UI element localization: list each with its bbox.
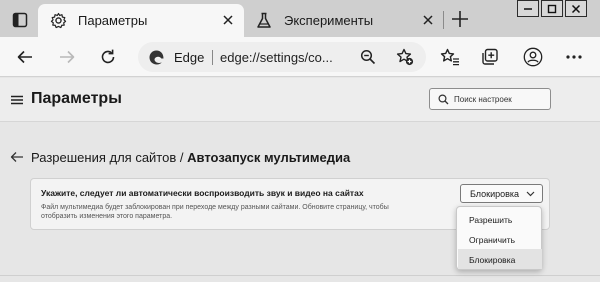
refresh-button[interactable] — [96, 45, 120, 69]
collections-icon — [481, 48, 499, 66]
maximize-button[interactable] — [541, 0, 563, 17]
option-label: Блокировка — [469, 255, 516, 265]
breadcrumb-current: Автозапуск мультимедиа — [187, 150, 351, 165]
breadcrumb-parent-link[interactable]: Разрешения для сайтов — [31, 150, 176, 165]
autoplay-options-menu: Разрешить Ограничить Блокировка — [456, 206, 542, 270]
add-favorite-icon[interactable] — [396, 48, 414, 66]
address-bar[interactable]: Edge edge://settings/co... — [138, 42, 426, 72]
arrow-left-icon — [16, 48, 34, 66]
collections-button[interactable] — [478, 45, 502, 69]
autoplay-select[interactable]: Блокировка — [460, 184, 543, 203]
option-limit[interactable]: Ограничить — [458, 229, 542, 249]
flask-icon — [256, 12, 272, 29]
favorites-button[interactable] — [438, 45, 462, 69]
new-tab-button[interactable] — [450, 9, 470, 29]
select-value: Блокировка — [470, 189, 520, 199]
setting-title: Укажите, следует ли автоматически воспро… — [41, 188, 364, 198]
option-label: Ограничить — [469, 235, 516, 245]
content-divider — [0, 275, 600, 276]
settings-header: Параметры — [0, 78, 600, 122]
plus-icon — [450, 9, 470, 29]
minimize-button[interactable] — [517, 0, 539, 17]
address-divider — [212, 50, 213, 65]
maximize-icon — [547, 4, 557, 14]
breadcrumb-separator: / — [179, 150, 184, 165]
tab-label: Параметры — [78, 13, 148, 28]
profile-button[interactable] — [521, 45, 545, 69]
avatar-icon — [523, 47, 543, 67]
tab-experiments[interactable]: Эксперименты — [244, 4, 444, 37]
option-block[interactable]: Блокировка — [458, 249, 542, 269]
forward-button[interactable] — [55, 45, 79, 69]
zoom-out-icon[interactable] — [360, 49, 376, 65]
setting-description: Файл мультимедиа будет заблокирован при … — [41, 204, 389, 220]
tab-label: Эксперименты — [284, 13, 374, 28]
site-identity-label: Edge — [174, 50, 205, 65]
back-button[interactable] — [13, 45, 37, 69]
close-window-button[interactable] — [565, 0, 587, 17]
settings-search[interactable] — [429, 88, 551, 110]
tab-settings[interactable]: Параметры — [38, 4, 244, 37]
tab-strip: Параметры Эксперименты — [0, 0, 600, 37]
close-tab-icon[interactable] — [222, 14, 234, 26]
chevron-down-icon — [526, 191, 535, 197]
refresh-icon — [99, 48, 117, 66]
more-menu-button[interactable] — [562, 45, 586, 69]
option-label: Разрешить — [469, 215, 513, 225]
close-icon — [571, 4, 581, 14]
more-icon — [565, 54, 583, 60]
gear-icon — [50, 12, 67, 29]
close-tab-icon[interactable] — [422, 14, 434, 26]
arrow-right-icon — [58, 48, 76, 66]
tab-divider — [443, 11, 444, 29]
breadcrumb: Разрешения для сайтов / Автозапуск мульт… — [31, 150, 350, 165]
search-input[interactable] — [454, 92, 548, 107]
page-title: Параметры — [31, 90, 122, 107]
url-text[interactable]: edge://settings/co... — [220, 50, 333, 65]
favorites-icon — [440, 48, 460, 66]
back-arrow-icon[interactable] — [10, 151, 24, 163]
hamburger-menu-icon[interactable] — [10, 95, 24, 105]
search-icon — [438, 94, 449, 105]
browser-toolbar: Edge edge://settings/co... — [0, 37, 600, 77]
tab-actions-icon — [12, 12, 28, 28]
minimize-icon — [523, 4, 533, 14]
option-allow[interactable]: Разрешить — [458, 209, 542, 229]
edge-logo-icon — [148, 49, 165, 66]
tab-actions-button[interactable] — [6, 8, 34, 32]
